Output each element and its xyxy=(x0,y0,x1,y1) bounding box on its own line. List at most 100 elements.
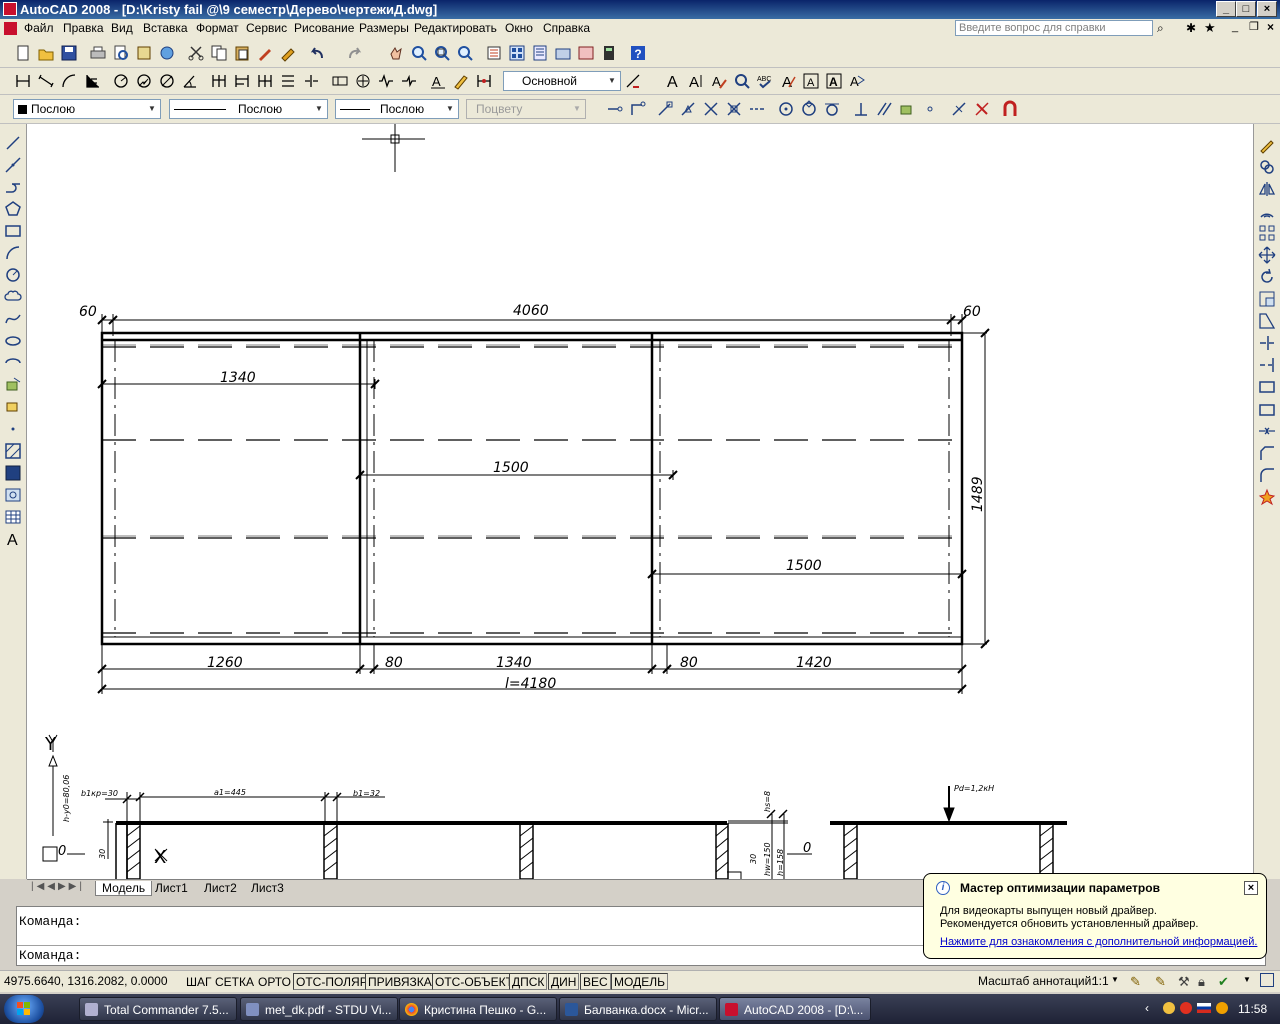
tolerance-icon[interactable] xyxy=(331,72,349,90)
stretch-icon[interactable] xyxy=(1258,312,1276,330)
hatch-icon[interactable] xyxy=(4,442,22,460)
snap-intersection-icon[interactable] xyxy=(702,100,720,118)
dimension-edit-icon[interactable]: A xyxy=(429,72,447,90)
lineweight-select[interactable]: Послою ▼ xyxy=(335,99,459,119)
break-icon[interactable] xyxy=(1258,400,1276,418)
angular-dimension-icon[interactable] xyxy=(181,72,199,90)
inspect-icon[interactable] xyxy=(377,72,395,90)
copy-object-icon[interactable] xyxy=(1258,158,1276,176)
plotstyle-select[interactable]: Поцвету ▼ xyxy=(466,99,586,119)
snap-endpoint-icon[interactable] xyxy=(656,100,674,118)
spline-icon[interactable] xyxy=(4,310,22,328)
snap-from-icon[interactable] xyxy=(629,100,647,118)
drawing-canvas[interactable]: 60 4060 60 1340 1500 1500 1489 1260 80 1… xyxy=(27,124,1253,879)
move-icon[interactable] xyxy=(1258,246,1276,264)
task-autocad[interactable]: AutoCAD 2008 - [D:\... xyxy=(719,997,871,1021)
insert-block-icon[interactable] xyxy=(4,376,22,394)
snap-insert-icon[interactable] xyxy=(898,100,916,118)
dimension-update-icon[interactable] xyxy=(475,72,493,90)
copy-icon[interactable] xyxy=(210,44,228,62)
task-total-commander[interactable]: Total Commander 7.5... xyxy=(79,997,237,1021)
snap-center-icon[interactable] xyxy=(777,100,795,118)
snap-midpoint-icon[interactable] xyxy=(679,100,697,118)
tab-nav-arrows-icon[interactable]: |◀◀▶▶| xyxy=(31,881,85,892)
snap-none-icon[interactable] xyxy=(973,100,991,118)
snap-apparent-intersection-icon[interactable] xyxy=(725,100,743,118)
text-icon[interactable]: A xyxy=(664,72,682,90)
help-icon[interactable]: ? xyxy=(629,44,647,62)
trim-icon[interactable] xyxy=(1258,334,1276,352)
language-flag-icon[interactable] xyxy=(1197,1003,1211,1013)
auto-scale-icon[interactable]: ✎ xyxy=(1155,974,1166,990)
maximize-button[interactable]: □ xyxy=(1236,1,1256,17)
erase-icon[interactable] xyxy=(1258,136,1276,154)
polygon-icon[interactable] xyxy=(4,200,22,218)
favorites-icon[interactable]: ★ xyxy=(1204,20,1216,36)
make-block-icon[interactable] xyxy=(4,398,22,416)
zoom-realtime-icon[interactable] xyxy=(410,44,428,62)
menu-draw[interactable]: Рисование xyxy=(294,21,354,35)
balloon-link[interactable]: Нажмите для ознакомления с дополнительно… xyxy=(940,936,1257,948)
menu-dimension[interactable]: Размеры xyxy=(359,21,409,35)
help-search-input[interactable]: Введите вопрос для справки xyxy=(955,20,1153,36)
radius-dimension-icon[interactable] xyxy=(112,72,130,90)
multiline-text-tool-icon[interactable]: A xyxy=(4,530,22,548)
quick-dimension-icon[interactable] xyxy=(210,72,228,90)
scale-text-icon[interactable]: A xyxy=(802,72,820,90)
osnap-toggle[interactable]: ПРИВЯЗКА xyxy=(365,973,435,990)
menu-view[interactable]: Вид xyxy=(111,21,133,35)
redo-icon[interactable] xyxy=(346,44,364,62)
minimize-button[interactable]: _ xyxy=(1216,1,1236,17)
menu-insert[interactable]: Вставка xyxy=(143,21,188,35)
menu-window[interactable]: Окно xyxy=(505,21,533,35)
markup-icon[interactable] xyxy=(577,44,595,62)
wrench-icon[interactable]: ⚒ xyxy=(1178,974,1190,990)
point-icon[interactable] xyxy=(4,420,22,438)
open-icon[interactable] xyxy=(37,44,55,62)
match-properties-icon[interactable] xyxy=(256,44,274,62)
start-button[interactable] xyxy=(4,995,44,1023)
snap-parallel-icon[interactable] xyxy=(875,100,893,118)
edit-text-icon[interactable]: A xyxy=(710,72,728,90)
convert-space-icon[interactable]: A xyxy=(848,72,866,90)
grid-toggle[interactable]: СЕТКА xyxy=(212,973,257,990)
find-text-icon[interactable] xyxy=(733,72,751,90)
tray-warning-icon[interactable] xyxy=(1216,1002,1228,1014)
menu-tools[interactable]: Сервис xyxy=(246,21,287,35)
fillet-icon[interactable] xyxy=(1258,466,1276,484)
arc-length-icon[interactable] xyxy=(60,72,78,90)
properties-icon[interactable] xyxy=(485,44,503,62)
driver-notification-balloon[interactable]: i Мастер оптимизации параметров × Для ви… xyxy=(923,873,1267,959)
dimension-text-edit-icon[interactable] xyxy=(452,72,470,90)
command-prompt[interactable]: Команда: xyxy=(19,948,81,963)
circle-icon[interactable] xyxy=(4,266,22,284)
clock[interactable]: 11:58 xyxy=(1238,1002,1267,1016)
document-icon[interactable] xyxy=(4,22,17,35)
arc-icon[interactable] xyxy=(4,244,22,262)
table-icon[interactable] xyxy=(4,508,22,526)
ducs-toggle[interactable]: ДПСК xyxy=(509,973,548,990)
annotation-scale-value[interactable]: 1:1 xyxy=(1092,974,1109,988)
coordinates-readout[interactable]: 4975.6640, 1316.2082, 0.0000 xyxy=(4,974,168,988)
justify-text-icon[interactable]: A xyxy=(825,72,843,90)
construction-line-icon[interactable] xyxy=(4,156,22,174)
tray-settings-icon[interactable]: ✔ xyxy=(1218,974,1229,990)
otrack-toggle[interactable]: ОТС-ОБЪЕКТ xyxy=(432,973,516,990)
calculator-icon[interactable] xyxy=(600,44,618,62)
ortho-toggle[interactable]: ОРТО xyxy=(255,973,294,990)
balloon-close-button[interactable]: × xyxy=(1244,881,1258,895)
tab-layout3[interactable]: Лист3 xyxy=(251,881,284,895)
array-icon[interactable] xyxy=(1258,224,1276,242)
tray-expand-icon[interactable]: ‹ xyxy=(1145,1001,1149,1015)
chamfer-icon[interactable] xyxy=(1258,444,1276,462)
task-stdu-viewer[interactable]: met_dk.pdf - STDU Vi... xyxy=(240,997,398,1021)
tray-antivirus-icon[interactable] xyxy=(1180,1002,1192,1014)
tab-layout2[interactable]: Лист2 xyxy=(204,881,237,895)
aligned-dimension-icon[interactable] xyxy=(37,72,55,90)
snap-quadrant-icon[interactable] xyxy=(800,100,818,118)
paste-icon[interactable] xyxy=(233,44,251,62)
dimension-break-icon[interactable] xyxy=(302,72,320,90)
block-editor-icon[interactable] xyxy=(279,44,297,62)
color-select[interactable]: Послою ▼ xyxy=(13,99,161,119)
revision-cloud-icon[interactable] xyxy=(4,288,22,306)
